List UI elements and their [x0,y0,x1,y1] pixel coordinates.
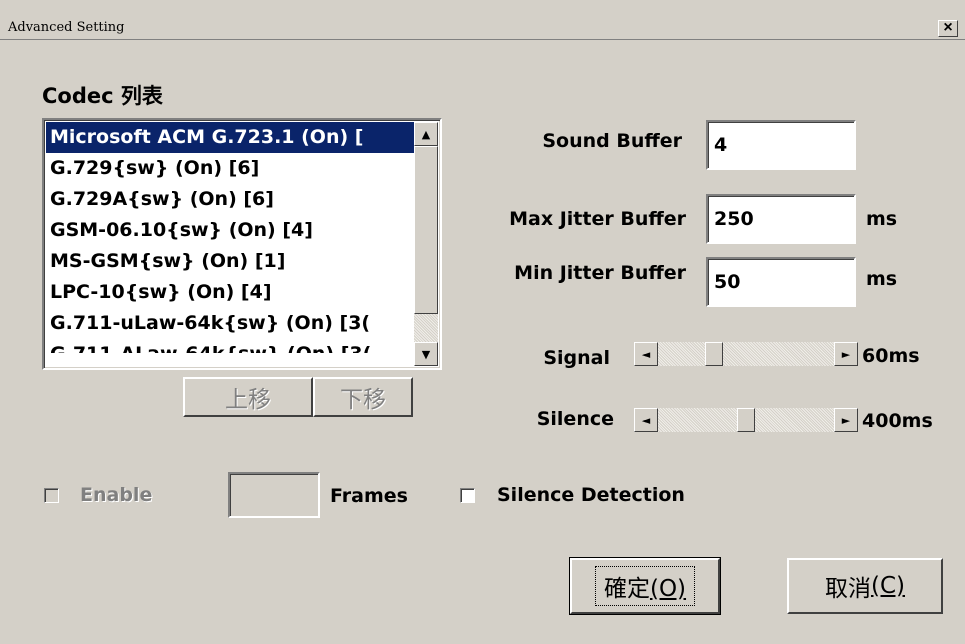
silence-detection-checkbox[interactable] [460,488,475,503]
silence-scrollbar[interactable] [658,408,834,432]
frames-input[interactable] [228,472,320,518]
max-jitter-buffer-label: Max Jitter Buffer [509,208,686,230]
scroll-down-button[interactable]: ▼ [414,342,438,366]
min-jitter-buffer-label: Min Jitter Buffer [514,262,686,284]
arrow-left-icon: ◄ [641,347,651,361]
title-bar: Advanced Setting × [0,0,965,40]
list-item[interactable]: G.729A{sw} (On) [6] [46,184,416,215]
min-jitter-unit: ms [866,268,898,290]
ok-button-focus: 確定(O) [594,566,696,606]
close-icon: × [943,19,953,36]
arrow-right-icon: ► [841,347,851,361]
sound-buffer-label: Sound Buffer [542,130,682,152]
ok-shortcut: (O) [649,576,687,602]
arrow-left-icon: ◄ [641,413,651,427]
silence-label: Silence [536,408,614,430]
cancel-shortcut: (C) [870,573,905,599]
arrow-up-icon: ▲ [421,127,431,141]
max-jitter-buffer-input[interactable]: 250 [706,194,856,244]
list-item[interactable]: GSM-06.10{sw} (On) [4] [46,215,416,246]
window-title: Advanced Setting [8,20,125,35]
min-jitter-buffer-input[interactable]: 50 [706,257,856,307]
move-up-button[interactable]: 上移 [183,377,313,417]
list-item[interactable]: G.711-uLaw-64k{sw} (On) [3( [46,308,416,339]
silence-value: 400ms [862,410,933,432]
scrollbar-thumb[interactable] [414,146,438,314]
silence-left-button[interactable]: ◄ [634,408,658,432]
signal-label: Signal [543,347,610,369]
ok-button[interactable]: 確定(O) [569,557,721,615]
codec-list-label: Codec 列表 [42,84,163,108]
cancel-button[interactable]: 取消 (C) [787,558,943,614]
move-down-button[interactable]: 下移 [313,377,413,417]
arrow-right-icon: ► [841,413,851,427]
sound-buffer-input[interactable]: 4 [706,120,856,170]
close-button[interactable]: × [938,20,958,37]
signal-thumb[interactable] [705,342,723,366]
enable-checkbox[interactable] [44,488,59,503]
signal-left-button[interactable]: ◄ [634,342,658,366]
signal-right-button[interactable]: ► [834,342,858,366]
cancel-label: 取消 [824,576,871,602]
silence-detection-label: Silence Detection [497,484,685,506]
list-item[interactable]: G.711-ALaw-64k{sw} (On) [3( [46,339,416,353]
list-item[interactable]: G.729{sw} (On) [6] [46,153,416,184]
silence-right-button[interactable]: ► [834,408,858,432]
codec-list-scrollbar[interactable]: ▲ ▼ [414,122,438,366]
silence-thumb[interactable] [737,408,755,432]
signal-scrollbar[interactable] [658,342,834,366]
max-jitter-unit: ms [866,208,898,230]
ok-label: 確定 [603,576,650,602]
frames-label: Frames [330,485,408,507]
codec-list-items: Microsoft ACM G.723.1 (On) [ G.729{sw} (… [46,122,416,353]
enable-label: Enable [80,484,153,506]
scroll-up-button[interactable]: ▲ [414,122,438,146]
signal-value: 60ms [862,345,920,367]
list-item[interactable]: LPC-10{sw} (On) [4] [46,277,416,308]
arrow-down-icon: ▼ [421,347,431,361]
codec-listbox[interactable]: Microsoft ACM G.723.1 (On) [ G.729{sw} (… [42,118,442,370]
list-item-selected[interactable]: Microsoft ACM G.723.1 (On) [ [46,122,416,153]
list-item[interactable]: MS-GSM{sw} (On) [1] [46,246,416,277]
